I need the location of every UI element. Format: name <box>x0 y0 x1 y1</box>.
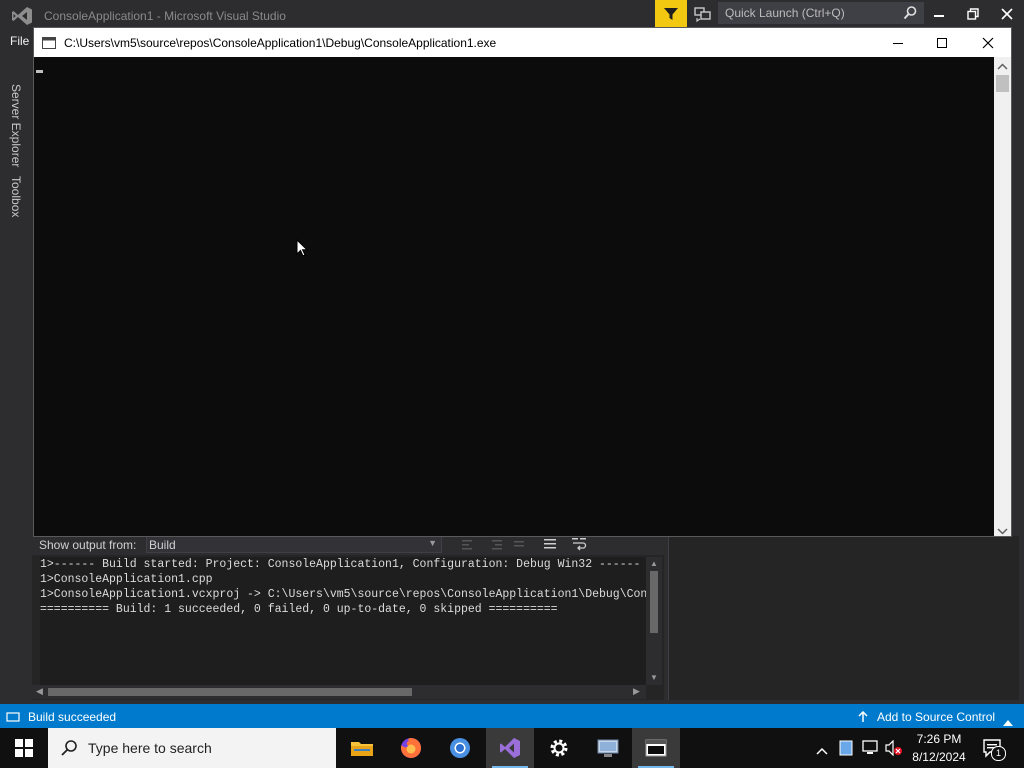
scroll-up-arrow-icon[interactable]: ▲ <box>650 559 658 568</box>
chromium-icon[interactable] <box>436 728 484 768</box>
console-maximize-button[interactable] <box>919 28 965 57</box>
word-wrap-icon[interactable] <box>543 537 557 551</box>
settings-gear-icon[interactable] <box>535 728 583 768</box>
output-hscroll-thumb[interactable] <box>48 688 412 696</box>
file-explorer-icon[interactable] <box>338 728 386 768</box>
output-toolbar: Show output from: Build ▼ <box>32 535 664 555</box>
output-text-area[interactable]: 1>------ Build started: Project: Console… <box>40 557 646 685</box>
scroll-down-arrow-icon[interactable] <box>997 523 1008 541</box>
status-bar: Build succeeded Add to Source Control <box>0 704 1024 728</box>
arrow-up-icon <box>857 710 869 728</box>
vs-minimize-button[interactable] <box>922 0 956 28</box>
visual-studio-logo-icon <box>10 6 34 26</box>
console-vertical-scrollbar[interactable] <box>994 57 1011 536</box>
visual-studio-taskbar-icon[interactable] <box>486 728 534 768</box>
action-center-icon[interactable]: 1 <box>982 738 1006 765</box>
menu-file[interactable]: File <box>10 34 29 48</box>
quick-launch-placeholder: Quick Launch (Ctrl+Q) <box>725 6 845 20</box>
search-icon <box>902 5 918 21</box>
output-line: ========== Build: 1 succeeded, 0 failed,… <box>40 603 558 616</box>
vs-restore-button[interactable] <box>956 0 990 28</box>
output-scroll-thumb[interactable] <box>650 571 658 633</box>
mouse-pointer-icon <box>296 238 309 262</box>
show-hidden-icons-chevron-icon[interactable] <box>816 742 828 760</box>
start-button[interactable] <box>0 728 48 768</box>
properties-panel <box>668 536 1019 700</box>
go-to-next-message-icon[interactable] <box>490 537 504 551</box>
taskbar-search-placeholder: Type here to search <box>88 740 212 756</box>
output-horizontal-scrollbar[interactable]: ◀ ▶ <box>32 685 646 699</box>
tab-toolbox[interactable]: Toolbox <box>9 176 23 217</box>
volume-muted-icon[interactable] <box>885 739 903 761</box>
firefox-icon[interactable] <box>387 728 435 768</box>
feedback-icon[interactable] <box>692 4 714 24</box>
show-output-from-label: Show output from: <box>39 538 137 552</box>
side-tool-strip: Server Explorer Toolbox <box>0 60 30 704</box>
console-minimize-button[interactable] <box>875 28 921 57</box>
notification-badge: 1 <box>991 746 1006 761</box>
search-icon <box>60 739 78 762</box>
clock-time[interactable]: 7:26 PM <box>904 732 974 746</box>
output-line: 1>ConsoleApplication1.vcxproj -> C:\User… <box>40 588 646 601</box>
network-icon[interactable] <box>862 740 880 761</box>
vs-title-bar: ConsoleApplication1 - Microsoft Visual S… <box>0 0 1024 30</box>
windows-logo-icon <box>15 739 33 757</box>
output-source-value: Build <box>149 538 176 552</box>
remote-desktop-icon[interactable] <box>584 728 632 768</box>
scroll-down-arrow-icon[interactable]: ▼ <box>650 673 658 682</box>
console-title-bar[interactable]: C:\Users\vm5\source\repos\ConsoleApplica… <box>34 28 1011 57</box>
console-close-button[interactable] <box>965 28 1011 57</box>
build-status-icon <box>6 710 20 728</box>
console-window-taskbar-icon[interactable] <box>632 728 680 768</box>
windows-taskbar: Type here to search 7:26 PM 8/12/2024 1 <box>0 728 1024 768</box>
chevron-down-icon: ▼ <box>428 538 437 548</box>
build-status-text: Build succeeded <box>28 710 117 724</box>
output-vertical-scrollbar[interactable]: ▲ ▼ <box>646 557 662 685</box>
tab-server-explorer[interactable]: Server Explorer <box>9 84 23 167</box>
console-scroll-thumb[interactable] <box>996 75 1009 92</box>
clock-date[interactable]: 8/12/2024 <box>904 750 974 764</box>
vs-window-title: ConsoleApplication1 - Microsoft Visual S… <box>44 9 286 23</box>
output-panel: Show output from: Build ▼ 1>------ Build… <box>32 535 664 700</box>
console-window-title: C:\Users\vm5\source\repos\ConsoleApplica… <box>64 36 497 50</box>
console-app-icon <box>42 36 56 49</box>
vs-close-button[interactable] <box>990 0 1024 28</box>
output-line: 1>ConsoleApplication1.cpp <box>40 573 213 586</box>
tablet-icon[interactable] <box>839 740 853 761</box>
taskbar-search-box[interactable]: Type here to search <box>48 728 336 768</box>
toggle-word-wrap-icon[interactable] <box>571 537 587 551</box>
clear-all-icon[interactable] <box>512 537 526 551</box>
output-line: 1>------ Build started: Project: Console… <box>40 558 641 571</box>
scroll-right-arrow-icon[interactable]: ▶ <box>633 686 640 697</box>
scroll-left-arrow-icon[interactable]: ◀ <box>36 686 43 697</box>
output-source-select[interactable]: Build ▼ <box>146 536 442 553</box>
add-to-source-control-button[interactable]: Add to Source Control <box>877 710 995 724</box>
filter-icon[interactable] <box>655 0 687 27</box>
console-output-area[interactable] <box>34 57 994 536</box>
console-text-cursor <box>36 70 43 73</box>
quick-launch-input[interactable]: Quick Launch (Ctrl+Q) <box>718 2 924 24</box>
go-to-previous-message-icon[interactable] <box>460 537 474 551</box>
console-window: C:\Users\vm5\source\repos\ConsoleApplica… <box>33 27 1012 537</box>
